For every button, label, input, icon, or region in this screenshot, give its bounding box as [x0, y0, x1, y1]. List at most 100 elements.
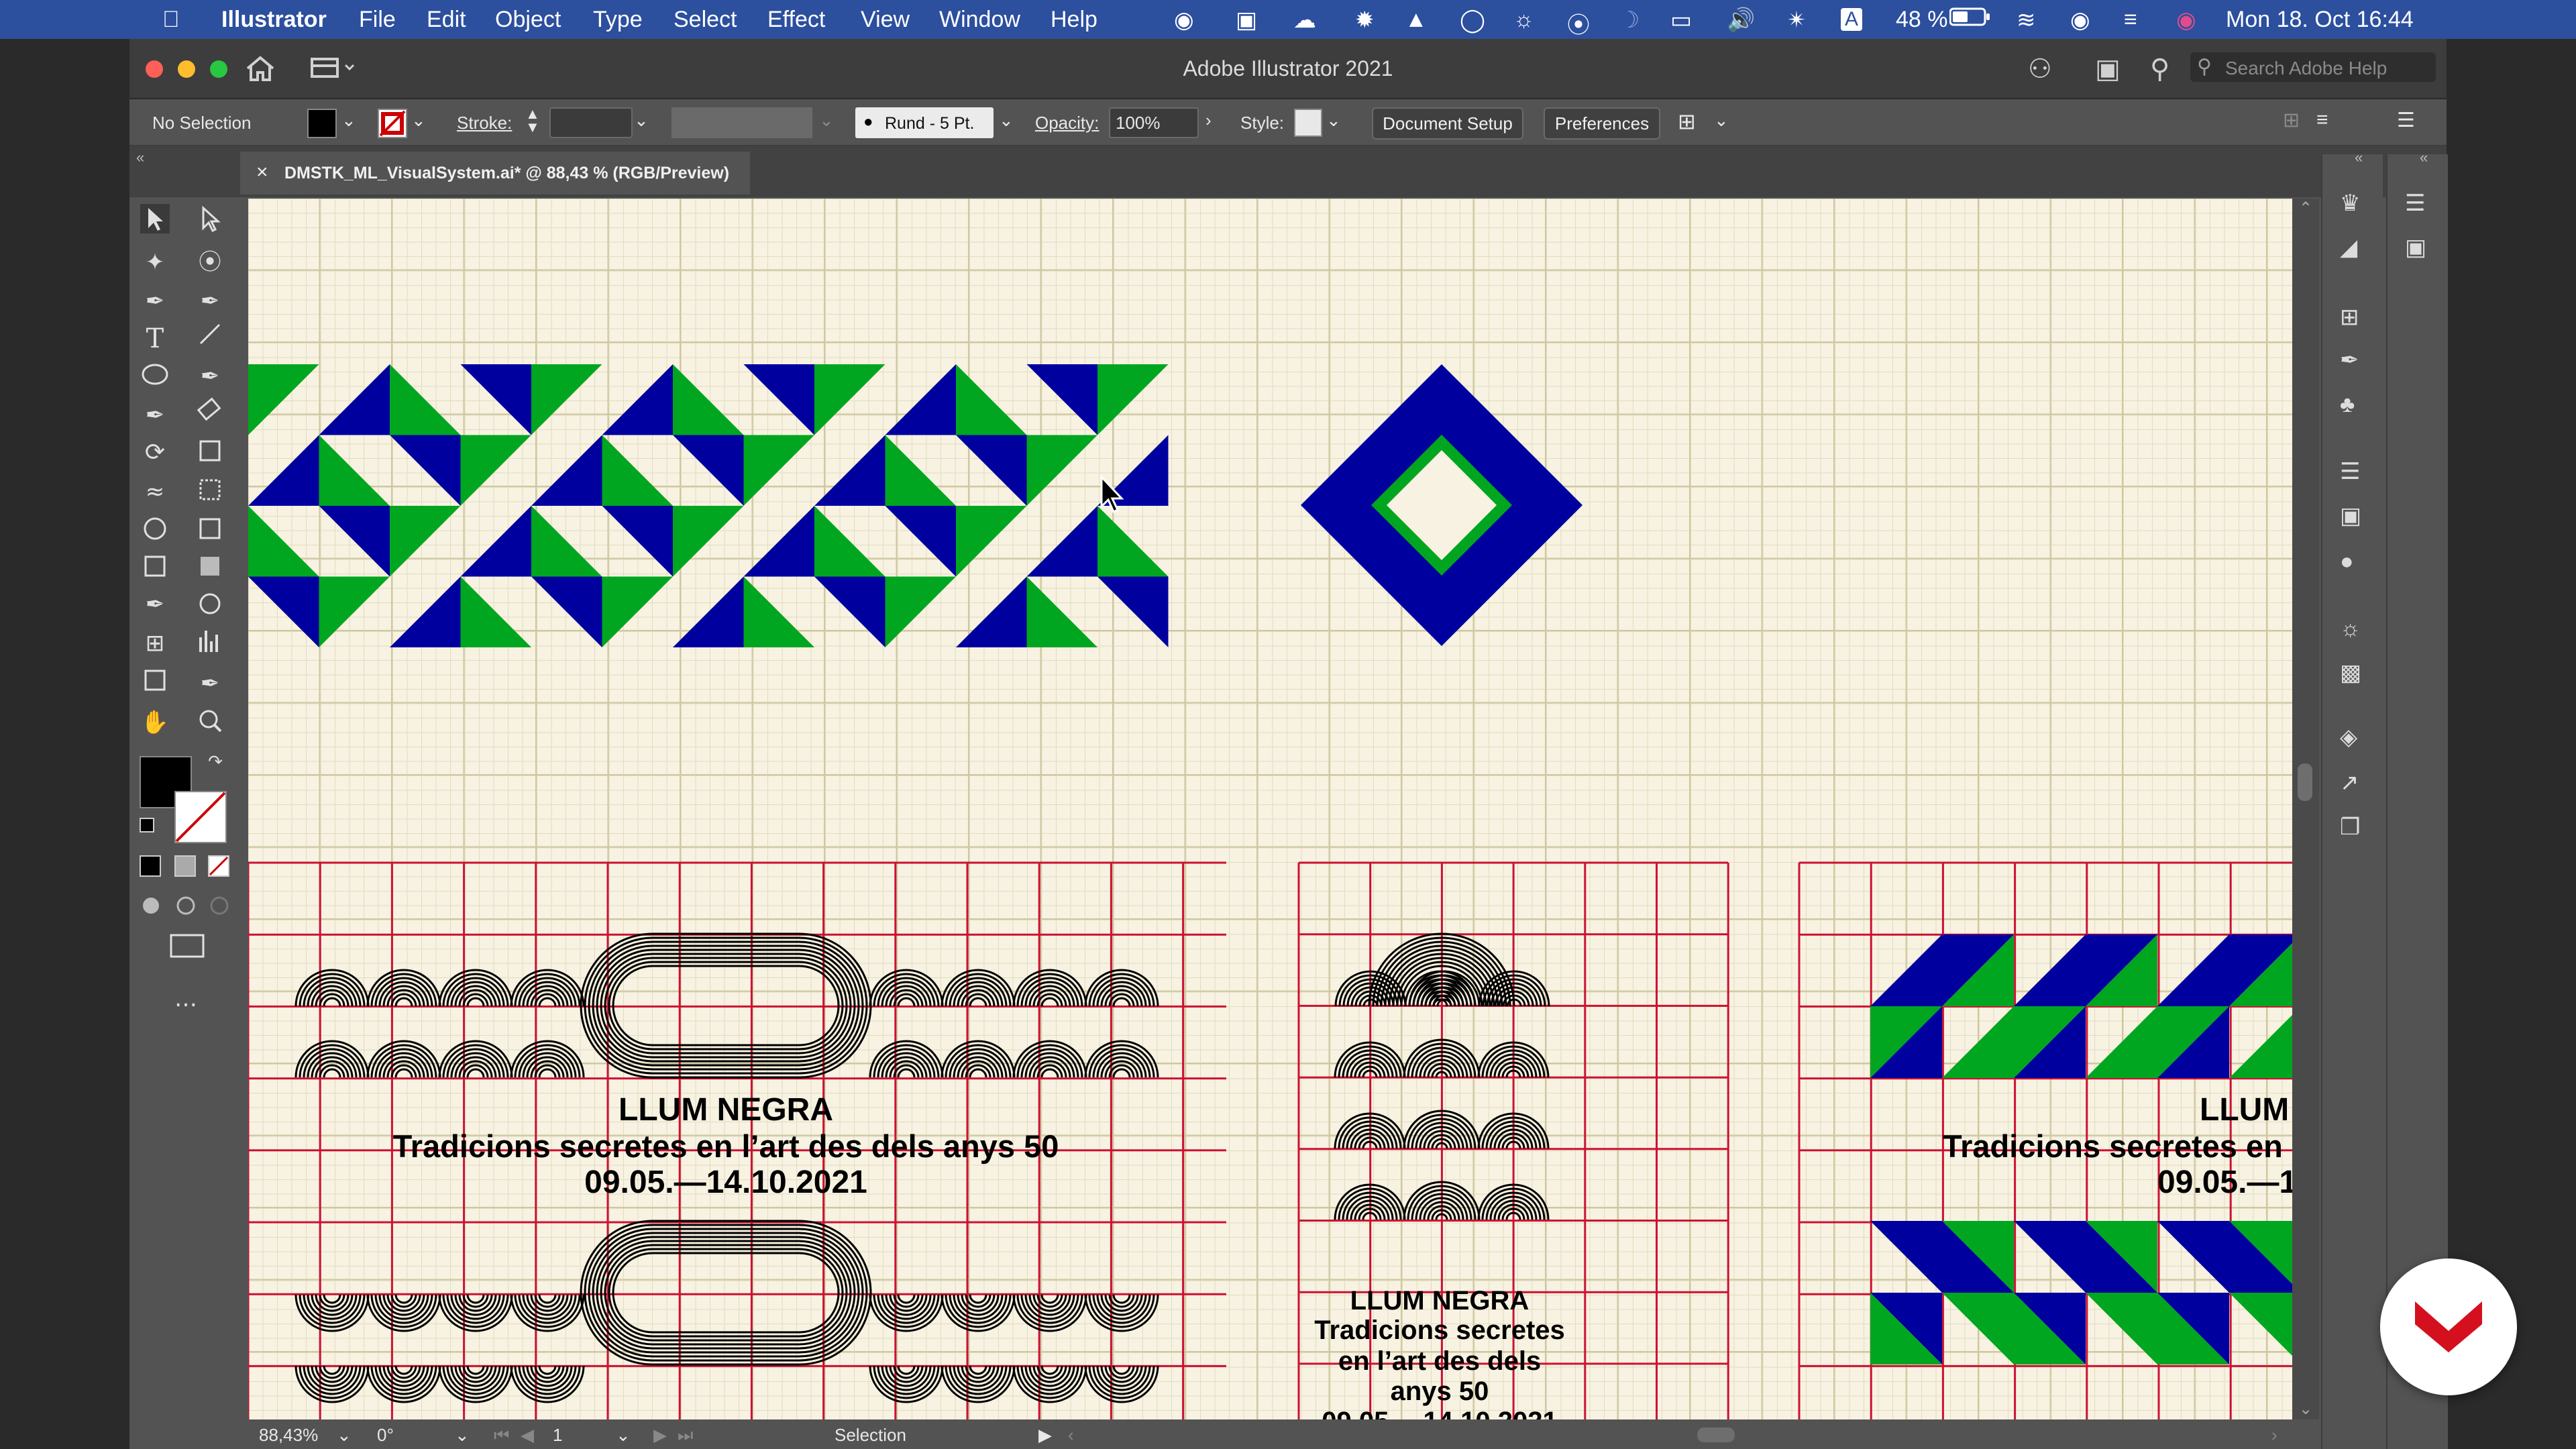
- scroll-up-icon[interactable]: ⌃: [2299, 199, 2312, 218]
- prev-artboard-icon[interactable]: ◀: [521, 1425, 534, 1446]
- transform-icon[interactable]: ≡: [2316, 109, 2328, 131]
- apple-icon[interactable]: : [162, 7, 180, 33]
- zoom-dropdown-icon[interactable]: ⌄: [337, 1425, 352, 1446]
- pattern-triangle: [319, 506, 390, 577]
- search-help-field[interactable]: ⚲ Search Adobe Help: [2190, 52, 2436, 82]
- volume-icon[interactable]: 🔊: [1727, 7, 1755, 34]
- stroke-panel-icon[interactable]: ☰: [2340, 460, 2360, 483]
- symbols-icon[interactable]: ♣: [2340, 393, 2355, 416]
- profile-dropdown-icon[interactable]: ⌄: [819, 110, 834, 131]
- circle-icon[interactable]: ◯: [1460, 7, 1485, 34]
- next-artboard-icon[interactable]: ▶: [653, 1425, 667, 1446]
- stroke-weight-dropdown-icon[interactable]: ⌄: [634, 110, 649, 131]
- gradient-panel-icon[interactable]: ▣: [2340, 504, 2361, 527]
- align-icon[interactable]: ⊞: [2283, 109, 2300, 132]
- brightness-icon[interactable]: ✹: [1355, 7, 1375, 34]
- brushes-icon[interactable]: ✒: [2340, 349, 2359, 372]
- battery-icon[interactable]: [1949, 7, 1991, 33]
- moon-icon[interactable]: ☽: [1619, 7, 1640, 34]
- libraries-icon[interactable]: ♛: [2340, 192, 2360, 215]
- document-tab[interactable]: × DMSTK_ML_VisualSystem.ai* @ 88,43 % (R…: [240, 152, 750, 195]
- collapse-toolbar-icon[interactable]: «: [136, 149, 144, 166]
- export-icon[interactable]: ↗: [2340, 771, 2359, 794]
- zoom-level[interactable]: 88,43%: [259, 1425, 318, 1446]
- artboard-dropdown-icon[interactable]: ⌄: [616, 1425, 631, 1446]
- airdrop-icon[interactable]: ⦿: [1567, 7, 1590, 40]
- horizontal-scroll-thumb[interactable]: [1697, 1428, 1735, 1442]
- menu-object[interactable]: Object: [495, 7, 561, 33]
- arrange-icon[interactable]: ▣: [2095, 54, 2121, 85]
- menu-file[interactable]: File: [359, 7, 396, 33]
- script-icon[interactable]: ▣: [1236, 7, 1257, 34]
- menu-window[interactable]: Window: [939, 7, 1020, 33]
- brush-definition[interactable]: ● Rund - 5 Pt.: [855, 107, 994, 138]
- app-menu[interactable]: Illustrator: [221, 7, 327, 33]
- brush-dropdown-icon[interactable]: ⌄: [999, 110, 1014, 131]
- stroke-weight-field[interactable]: [549, 107, 633, 138]
- graphic-styles-icon[interactable]: ▩: [2340, 661, 2361, 684]
- bluetooth-icon[interactable]: ✴: [1787, 7, 1807, 34]
- wifi-icon[interactable]: ≋: [2017, 7, 2036, 34]
- display-icon[interactable]: ▭: [1670, 7, 1692, 34]
- stroke-dropdown-icon[interactable]: ⌄: [411, 110, 426, 131]
- scroll-thumb[interactable]: [2298, 763, 2312, 801]
- document-setup-button[interactable]: Document Setup: [1372, 107, 1523, 140]
- share-icon[interactable]: ⚇: [2028, 54, 2052, 85]
- fill-dropdown-icon[interactable]: ⌄: [341, 110, 356, 131]
- close-tab-icon[interactable]: ×: [256, 161, 268, 184]
- control-bar: No Selection ⌄ ⌄ Stroke: ▲ ▼ ⌄ ⌄ ● Rund -…: [129, 99, 2447, 146]
- menu-select[interactable]: Select: [674, 7, 737, 33]
- menu-edit[interactable]: Edit: [427, 7, 466, 33]
- appearance-icon[interactable]: ☼: [2340, 617, 2361, 640]
- preferences-button[interactable]: Preferences: [1544, 107, 1660, 140]
- fill-swatch[interactable]: [307, 109, 337, 138]
- user-icon[interactable]: ◉: [2070, 7, 2090, 34]
- opacity-field[interactable]: 100%: [1109, 107, 1199, 138]
- control-center-icon[interactable]: ≡: [2124, 7, 2137, 33]
- artboard-canvas[interactable]: LLUM NEGRA Tradicions secretes en l’art …: [248, 199, 2292, 1419]
- lightbulb-icon[interactable]: ⚲: [2150, 54, 2169, 85]
- panel-menu-icon[interactable]: ☰: [2397, 109, 2415, 132]
- menu-help[interactable]: Help: [1051, 7, 1097, 33]
- cloud-icon[interactable]: ☁: [1293, 7, 1316, 34]
- color-guide-icon[interactable]: ◢: [2340, 236, 2357, 259]
- scroll-right-icon[interactable]: ›: [2271, 1425, 2277, 1446]
- opacity-arrow-icon[interactable]: ›: [1205, 110, 1212, 131]
- swatches-icon[interactable]: ⊞: [2340, 306, 2359, 329]
- collapse-dock2-icon[interactable]: «: [2420, 149, 2428, 166]
- last-artboard-icon[interactable]: ⏭: [678, 1425, 693, 1446]
- menu-view[interactable]: View: [861, 7, 910, 33]
- menu-type[interactable]: Type: [593, 7, 643, 33]
- scroll-down-icon[interactable]: ⌄: [2299, 1399, 2312, 1419]
- variable-width-profile[interactable]: [672, 107, 812, 138]
- magic-wand-tool-icon: ✦: [146, 249, 165, 276]
- scroll-left-icon[interactable]: ‹: [1068, 1425, 1074, 1446]
- rotation-value[interactable]: 0°: [377, 1425, 394, 1446]
- artboards-icon[interactable]: ❐: [2340, 816, 2360, 839]
- stroke-swatch[interactable]: [378, 109, 407, 138]
- collapse-dock-icon[interactable]: «: [2355, 149, 2363, 166]
- status-menu-icon[interactable]: ▶: [1038, 1425, 1052, 1446]
- arc-group: [294, 1040, 370, 1078]
- style-swatch[interactable]: [1294, 109, 1322, 137]
- arrange-documents-icon[interactable]: ⊞: [1678, 109, 1696, 134]
- font-icon[interactable]: ▲: [1405, 7, 1428, 33]
- artboard-number[interactable]: 1: [553, 1425, 562, 1446]
- style-dropdown-icon[interactable]: ⌄: [1326, 110, 1341, 131]
- arrange-dropdown-icon[interactable]: ⌄: [1714, 110, 1729, 131]
- sun-icon[interactable]: ☼: [1513, 7, 1534, 33]
- rotation-dropdown-icon[interactable]: ⌄: [455, 1425, 470, 1446]
- learn-icon[interactable]: ▣: [2405, 236, 2426, 259]
- siri-icon[interactable]: ◉: [2176, 7, 2196, 34]
- properties-icon[interactable]: ☰: [2405, 192, 2425, 215]
- column-graph-tool-icon: [199, 631, 218, 652]
- record-icon[interactable]: ◉: [1174, 7, 1194, 34]
- stroke-stepper-icon[interactable]: ▲ ▼: [525, 107, 540, 135]
- type-tool-icon: T: [146, 323, 164, 354]
- keyboard-icon[interactable]: A: [1841, 8, 1863, 31]
- first-artboard-icon[interactable]: ⏮: [494, 1425, 509, 1446]
- menu-effect[interactable]: Effect: [767, 7, 825, 33]
- layers-icon[interactable]: ◈: [2340, 726, 2357, 749]
- vertical-scrollbar[interactable]: ⌃ ⌄: [2292, 199, 2319, 1419]
- transparency-icon[interactable]: ●: [2340, 550, 2354, 573]
